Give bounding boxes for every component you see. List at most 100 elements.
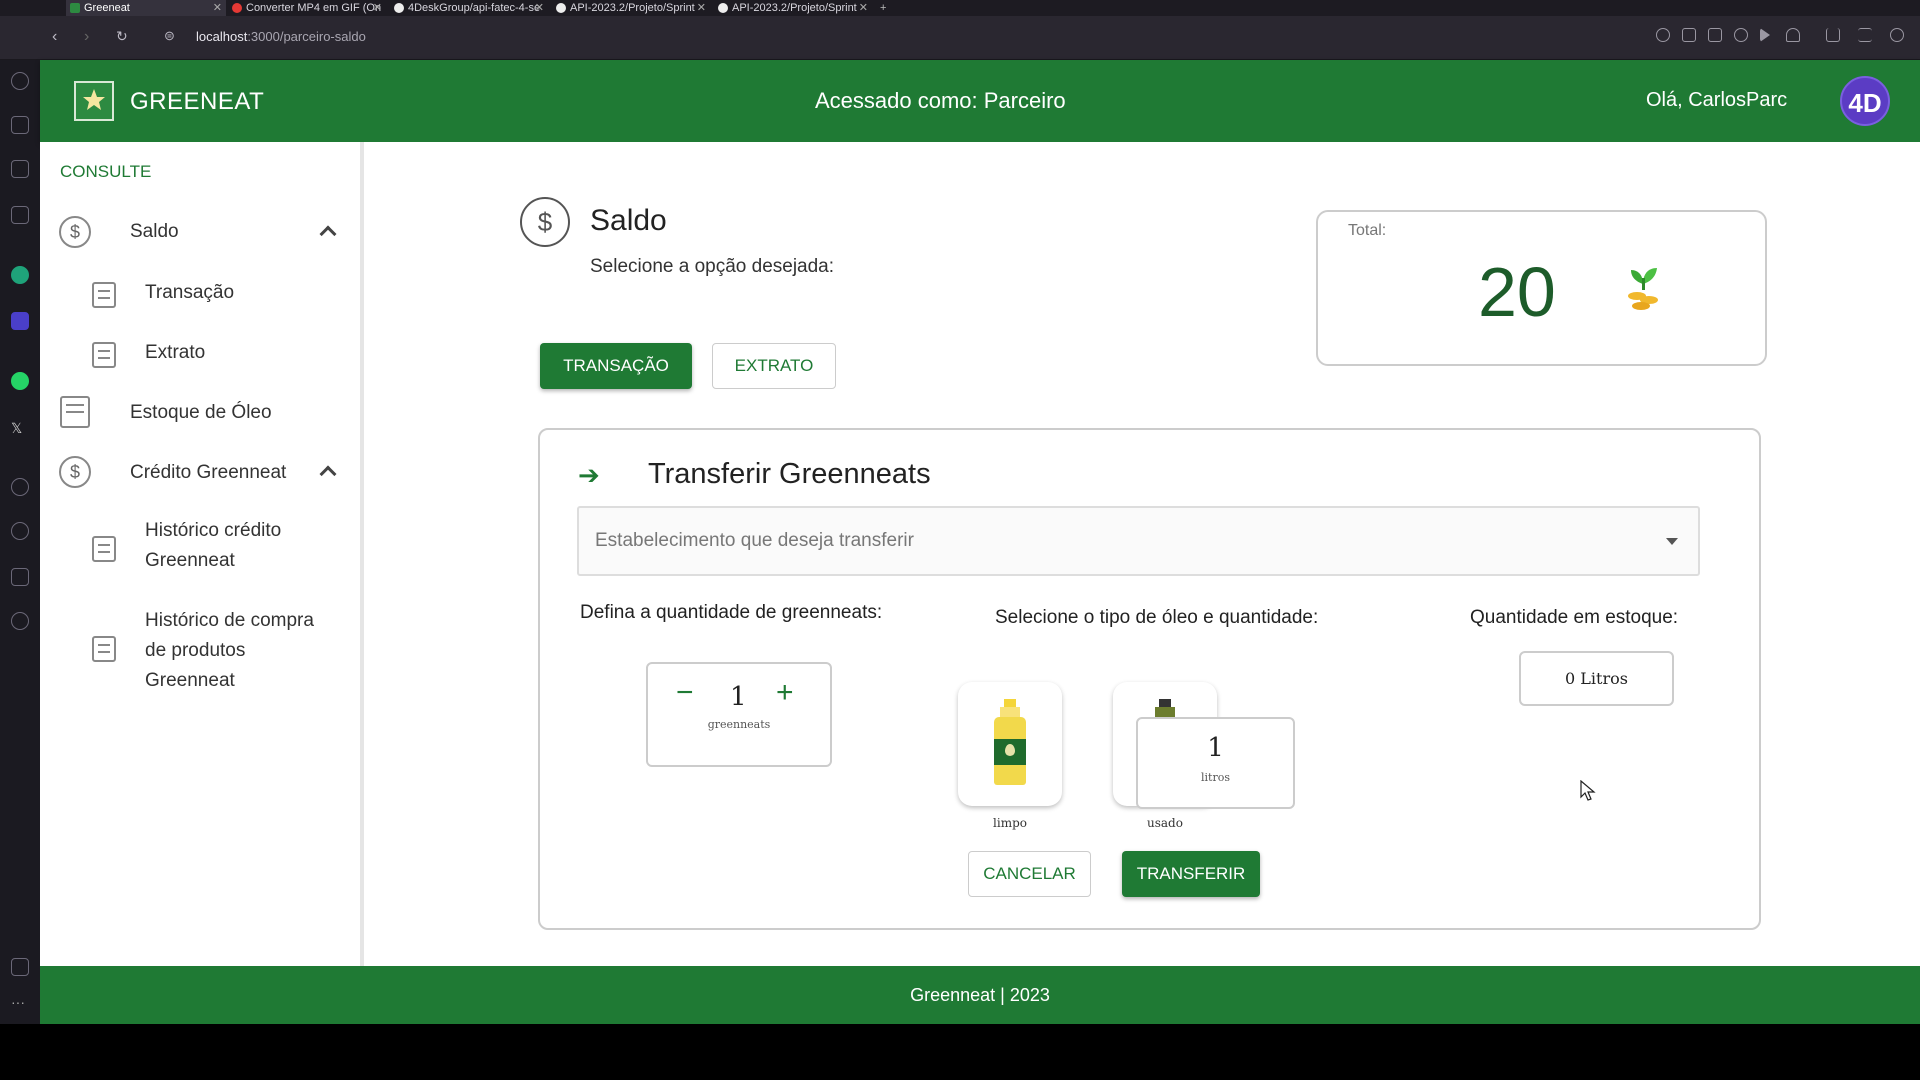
dollar-circle-icon: $ bbox=[520, 197, 570, 247]
zoom-icon[interactable] bbox=[1656, 28, 1670, 42]
url-field[interactable]: localhost:3000/parceiro-saldo bbox=[196, 29, 366, 44]
tab-title: API-2023.2/Projeto/Sprint bbox=[570, 2, 695, 14]
quantity-label: Defina a quantidade de greenneats: bbox=[580, 602, 883, 623]
plant-coins-icon bbox=[1628, 268, 1658, 310]
profile-icon[interactable] bbox=[1890, 28, 1904, 42]
player-icon[interactable] bbox=[11, 478, 29, 496]
new-tab-button[interactable]: + bbox=[876, 0, 896, 16]
greeneat-favicon-icon bbox=[70, 3, 80, 13]
establishment-select-placeholder: Estabelecimento que deseja transferir bbox=[595, 530, 914, 551]
converter-favicon-icon bbox=[232, 3, 242, 13]
tab-title: 4DeskGroup/api-fatec-4-se bbox=[408, 2, 541, 14]
share-icon[interactable] bbox=[1682, 28, 1696, 42]
letterbox-bar bbox=[0, 1024, 1920, 1080]
page-title: Saldo bbox=[590, 204, 667, 237]
chatgpt-icon[interactable] bbox=[11, 266, 29, 284]
transfer-button[interactable]: TRANSFERIR bbox=[1122, 851, 1260, 897]
close-tab-icon[interactable]: ✕ bbox=[697, 0, 706, 16]
heart-icon[interactable] bbox=[1786, 28, 1800, 42]
quantity-stepper: − 1 + greenneats bbox=[646, 662, 832, 767]
browser-tab-bar: Greeneat ✕ Converter MP4 em GIF (On ✕ 4D… bbox=[0, 0, 1920, 16]
settings-icon[interactable] bbox=[11, 612, 29, 630]
chevron-up-icon[interactable] bbox=[319, 465, 337, 483]
sidebar-item-label: Transação bbox=[145, 282, 235, 303]
establishment-select[interactable]: Estabelecimento que deseja transferir bbox=[577, 506, 1700, 576]
decrement-button[interactable]: − bbox=[676, 676, 694, 710]
transaction-button[interactable]: TRANSAÇÃO bbox=[540, 343, 692, 389]
mouse-cursor-icon bbox=[1580, 780, 1596, 801]
page-subtitle: Selecione a opção desejada: bbox=[590, 256, 835, 277]
main-content: $ Saldo Selecione a opção desejada: TRAN… bbox=[364, 142, 1920, 966]
menu-icon[interactable] bbox=[1858, 28, 1872, 42]
tab-github-api[interactable]: 4DeskGroup/api-fatec-4-se ✕ bbox=[390, 0, 548, 16]
oil-option-used-label: usado bbox=[1147, 816, 1183, 830]
tab-github-sprint-1[interactable]: API-2023.2/Projeto/Sprint ✕ bbox=[552, 0, 710, 16]
sidebar-toggle-icon[interactable] bbox=[11, 958, 29, 976]
bottle-neck bbox=[1155, 707, 1175, 717]
sidebar-item-label: Extrato bbox=[145, 342, 206, 363]
oil-option-clean[interactable] bbox=[958, 682, 1062, 806]
dollar-circle-icon: $ bbox=[59, 216, 91, 248]
sidebar-item-label-line1: Histórico de compra bbox=[145, 610, 314, 631]
url-host: localhost bbox=[196, 29, 248, 44]
speed-dial-icon[interactable] bbox=[11, 72, 29, 90]
brand-name[interactable]: GREENEAT bbox=[130, 88, 264, 116]
total-label: Total: bbox=[1348, 222, 1387, 239]
chevron-up-icon[interactable] bbox=[319, 225, 337, 243]
browser-address-bar: ‹ › ↻ ⊜ localhost:3000/parceiro-saldo bbox=[0, 16, 1920, 60]
reload-icon[interactable]: ↻ bbox=[116, 28, 128, 45]
close-tab-icon[interactable]: ✕ bbox=[535, 0, 544, 16]
oil-drop-icon bbox=[1005, 744, 1015, 756]
browser-sidebar: 𝕏 ··· bbox=[0, 60, 40, 1024]
bag-icon[interactable] bbox=[11, 116, 29, 134]
tab-title: Converter MP4 em GIF (On bbox=[246, 2, 382, 14]
bottle-neck bbox=[1000, 707, 1020, 717]
stock-label: Quantidade em estoque: bbox=[1470, 607, 1679, 628]
forward-icon[interactable]: › bbox=[84, 28, 89, 46]
extension-icon[interactable] bbox=[1734, 28, 1748, 42]
bottle-cap bbox=[1004, 699, 1016, 707]
box-icon[interactable] bbox=[11, 568, 29, 586]
sidebar-item-label-line2: Greenneat bbox=[145, 550, 235, 571]
play-icon[interactable] bbox=[1760, 28, 1770, 42]
transfer-card: ➔ Transferir Greenneats Estabelecimento … bbox=[538, 428, 1761, 930]
download-icon[interactable] bbox=[1826, 28, 1840, 42]
app-header: GREENEAT Acessado como: Parceiro Olá, Ca… bbox=[40, 60, 1920, 142]
screenshot-icon[interactable] bbox=[1708, 28, 1722, 42]
sidebar-section-label: CONSULTE bbox=[60, 162, 152, 181]
increment-button[interactable]: + bbox=[776, 676, 794, 710]
whatsapp-icon[interactable] bbox=[11, 372, 29, 390]
instagram-icon[interactable] bbox=[11, 206, 29, 224]
close-tab-icon[interactable]: ✕ bbox=[373, 0, 382, 16]
boxes-icon bbox=[60, 396, 90, 428]
dollar-circle-icon: $ bbox=[59, 456, 91, 488]
total-value: 20 bbox=[1478, 253, 1556, 331]
tab-greeneat[interactable]: Greeneat ✕ bbox=[66, 0, 226, 16]
tab-title: Greeneat bbox=[84, 2, 130, 14]
avatar[interactable]: 4D bbox=[1840, 76, 1890, 126]
app-sidebar: CONSULTE $ Saldo Transação Extrato Estoq… bbox=[40, 142, 364, 966]
github-favicon-icon bbox=[556, 3, 566, 13]
greeneat-logo-icon[interactable] bbox=[74, 81, 114, 121]
stock-value: 0 Litros bbox=[1565, 669, 1628, 688]
transaction-icon bbox=[92, 282, 116, 308]
more-icon[interactable]: ··· bbox=[11, 994, 29, 1012]
close-tab-icon[interactable]: ✕ bbox=[213, 0, 222, 16]
quantity-value[interactable]: 1 bbox=[730, 682, 747, 712]
x-icon[interactable]: 𝕏 bbox=[11, 420, 29, 438]
github-favicon-icon bbox=[718, 3, 728, 13]
cancel-button[interactable]: CANCELAR bbox=[968, 851, 1091, 897]
close-tab-icon[interactable]: ✕ bbox=[859, 0, 868, 16]
site-info-icon[interactable]: ⊜ bbox=[164, 28, 175, 44]
caret-down-icon[interactable] bbox=[1666, 538, 1678, 545]
oil-type-label: Selecione o tipo de óleo e quantidade: bbox=[995, 607, 1319, 628]
history-icon[interactable] bbox=[11, 522, 29, 540]
statement-button[interactable]: EXTRATO bbox=[712, 343, 836, 389]
tab-converter[interactable]: Converter MP4 em GIF (On ✕ bbox=[228, 0, 386, 16]
back-icon[interactable]: ‹ bbox=[52, 28, 57, 46]
tab-github-sprint-2[interactable]: API-2023.2/Projeto/Sprint ✕ bbox=[714, 0, 872, 16]
twitch-icon[interactable] bbox=[11, 160, 29, 178]
liters-input[interactable]: 1 litros bbox=[1136, 717, 1295, 809]
tab-title: API-2023.2/Projeto/Sprint bbox=[732, 2, 857, 14]
app-icon[interactable] bbox=[11, 312, 29, 330]
